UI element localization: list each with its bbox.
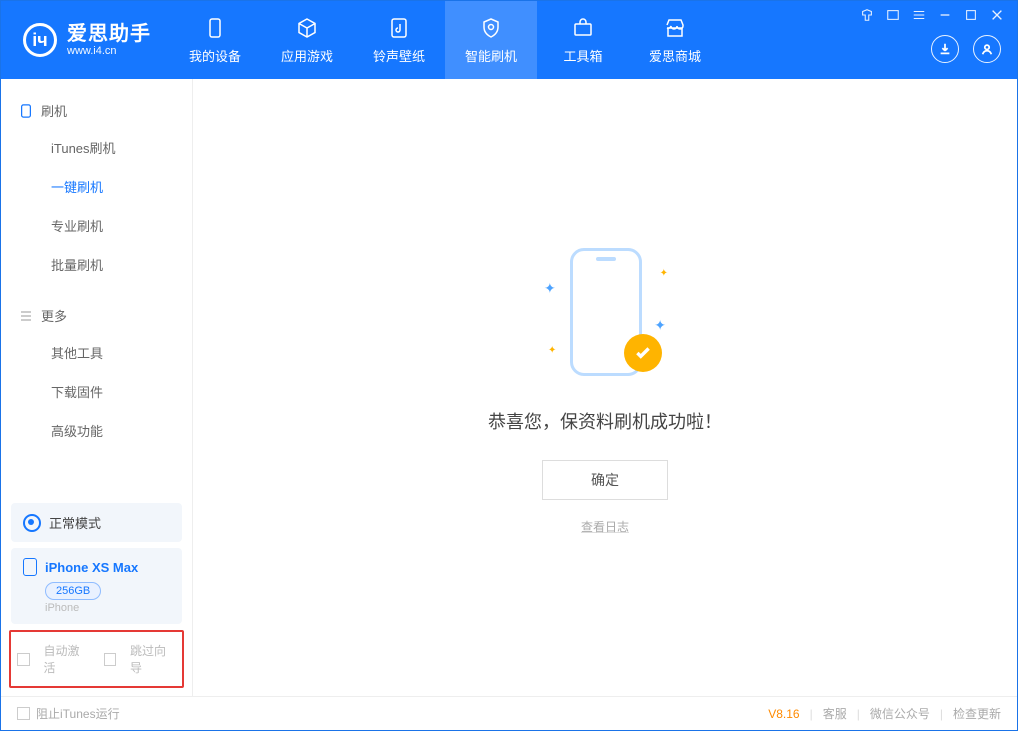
tab-label: 我的设备 [189, 46, 241, 65]
maximize-button[interactable] [964, 8, 978, 22]
sidebar-item-download-firmware[interactable]: 下载固件 [1, 372, 192, 411]
user-button[interactable] [973, 35, 1001, 63]
tab-my-device[interactable]: 我的设备 [169, 1, 261, 79]
cube-icon [295, 16, 319, 40]
checkbox-row: 自动激活 跳过向导 [11, 632, 182, 686]
footer-left: 阻止iTunes运行 [17, 705, 120, 722]
device-type: iPhone [45, 602, 170, 614]
shield-icon [479, 16, 503, 40]
device-box[interactable]: iPhone XS Max 256GB iPhone [11, 548, 182, 624]
footer-right: V8.16 | 客服 | 微信公众号 | 检查更新 [768, 705, 1001, 722]
app-window: iч 爱思助手 www.i4.cn 我的设备 应用游戏 铃声壁纸 智能刷机 [0, 0, 1018, 731]
checkbox-block-itunes[interactable] [17, 707, 30, 720]
version-label: V8.16 [768, 707, 799, 721]
sidebar-item-itunes-flash[interactable]: iTunes刷机 [1, 128, 192, 167]
tab-label: 智能刷机 [465, 46, 517, 65]
device-capacity: 256GB [45, 582, 101, 600]
group-head: 刷机 [1, 93, 192, 128]
device-name: iPhone XS Max [45, 560, 138, 575]
skin-icon[interactable] [886, 8, 900, 22]
app-url: www.i4.cn [67, 45, 151, 57]
window-controls [860, 8, 1004, 22]
group-head: 更多 [1, 298, 192, 333]
block-itunes-label: 阻止iTunes运行 [36, 705, 120, 722]
tab-flash[interactable]: 智能刷机 [445, 1, 537, 79]
sidebar-group-more: 更多 其他工具 下载固件 高级功能 [1, 284, 192, 450]
success-message: 恭喜您，保资料刷机成功啦！ [488, 408, 722, 434]
sidebar-item-other-tools[interactable]: 其他工具 [1, 333, 192, 372]
highlight-annotation: 自动激活 跳过向导 [9, 630, 184, 688]
store-icon [663, 16, 687, 40]
app-name: 爱思助手 [67, 23, 151, 45]
footer-link-support[interactable]: 客服 [823, 705, 847, 722]
tab-apps-games[interactable]: 应用游戏 [261, 1, 353, 79]
checkbox-skip-guide[interactable] [104, 653, 117, 666]
sidebar-item-oneclick-flash[interactable]: 一键刷机 [1, 167, 192, 206]
sparkle-icon: ✦ [660, 268, 668, 279]
tab-label: 工具箱 [563, 46, 602, 65]
tab-label: 应用游戏 [281, 46, 333, 65]
tab-store[interactable]: 爱思商城 [629, 1, 721, 79]
sidebar-item-advanced[interactable]: 高级功能 [1, 411, 192, 450]
sidebar-item-pro-flash[interactable]: 专业刷机 [1, 206, 192, 245]
music-icon [387, 16, 411, 40]
menu-icon[interactable] [912, 8, 926, 22]
main-tabs: 我的设备 应用游戏 铃声壁纸 智能刷机 工具箱 爱思商城 [169, 1, 915, 79]
sidebar-item-batch-flash[interactable]: 批量刷机 [1, 245, 192, 284]
device-small-icon [19, 104, 33, 118]
sidebar: 刷机 iTunes刷机 一键刷机 专业刷机 批量刷机 更多 其他工具 下载固件 … [1, 79, 193, 696]
footer-link-update[interactable]: 检查更新 [953, 705, 1001, 722]
device-icon [203, 16, 227, 40]
tab-ringtones[interactable]: 铃声壁纸 [353, 1, 445, 79]
checkbox-label: 跳过向导 [130, 642, 176, 676]
close-button[interactable] [990, 8, 1004, 22]
main-content: ✦ ✦ ✦ ✦ 恭喜您，保资料刷机成功啦！ 确定 查看日志 [193, 79, 1017, 696]
success-illustration: ✦ ✦ ✦ ✦ [530, 240, 680, 390]
toolbox-icon [571, 16, 595, 40]
body: 刷机 iTunes刷机 一键刷机 专业刷机 批量刷机 更多 其他工具 下载固件 … [1, 79, 1017, 696]
theme-icon[interactable] [860, 8, 874, 22]
minimize-button[interactable] [938, 8, 952, 22]
phone-icon [23, 558, 37, 576]
sparkle-icon: ✦ [548, 345, 556, 356]
logo-icon: iч [23, 23, 57, 57]
group-title: 更多 [41, 306, 67, 325]
sparkle-icon: ✦ [654, 317, 666, 334]
list-icon [19, 309, 33, 323]
tab-toolbox[interactable]: 工具箱 [537, 1, 629, 79]
mode-box[interactable]: 正常模式 [11, 503, 182, 542]
footer: 阻止iTunes运行 V8.16 | 客服 | 微信公众号 | 检查更新 [1, 696, 1017, 730]
logo[interactable]: iч 爱思助手 www.i4.cn [1, 1, 169, 79]
group-title: 刷机 [41, 101, 67, 120]
sidebar-bottom: 正常模式 iPhone XS Max 256GB iPhone 自动激活 [1, 497, 192, 696]
checkbox-auto-activate[interactable] [17, 653, 30, 666]
tab-label: 爱思商城 [649, 46, 701, 65]
checkbox-label: 自动激活 [44, 642, 90, 676]
ok-button[interactable]: 确定 [542, 460, 668, 500]
tab-label: 铃声壁纸 [373, 46, 425, 65]
mode-icon [23, 514, 41, 532]
footer-link-wechat[interactable]: 微信公众号 [870, 705, 930, 722]
mode-label: 正常模式 [49, 513, 101, 532]
view-log-link[interactable]: 查看日志 [581, 518, 629, 535]
download-button[interactable] [931, 35, 959, 63]
check-badge-icon [624, 334, 662, 372]
sparkle-icon: ✦ [544, 280, 556, 297]
sidebar-group-flash: 刷机 iTunes刷机 一键刷机 专业刷机 批量刷机 [1, 79, 192, 284]
